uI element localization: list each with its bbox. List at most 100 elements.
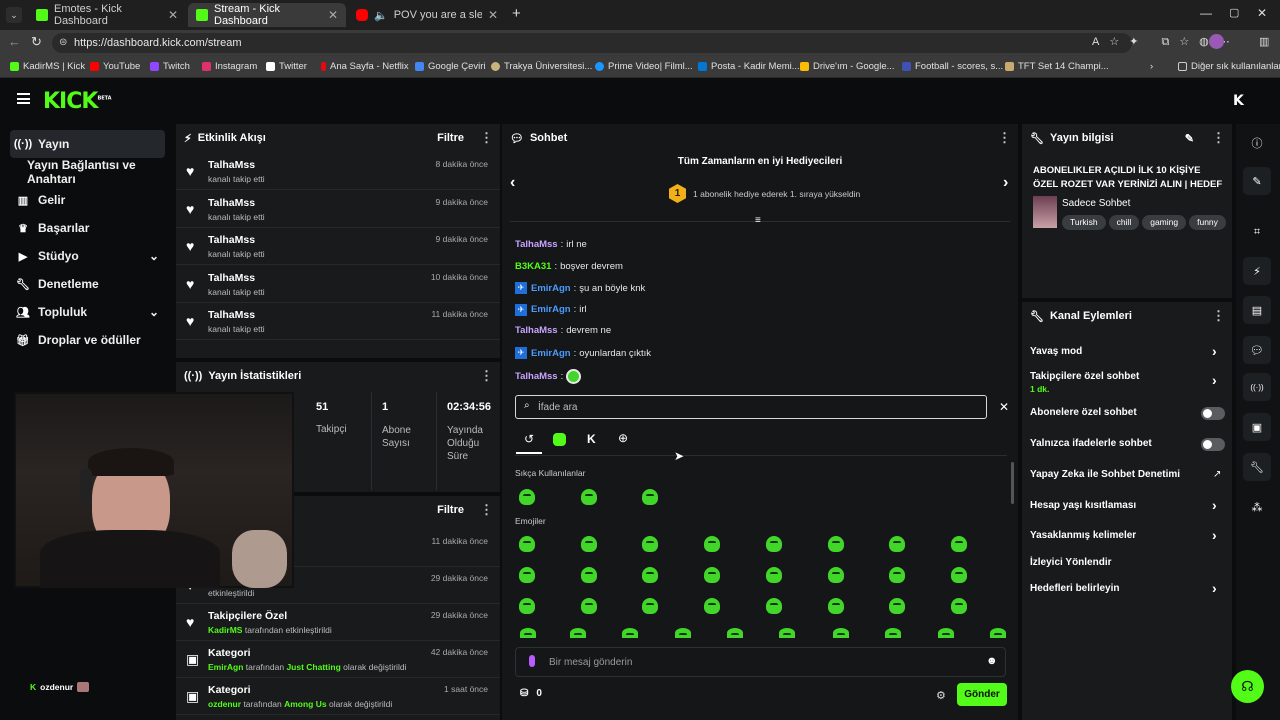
emote-icon[interactable] [704,567,720,583]
profile-avatar[interactable] [1209,34,1224,49]
close-icon[interactable]: ✕ [168,8,178,22]
emote-icon[interactable] [519,536,535,552]
emote-icon[interactable] [622,628,638,638]
emote-icon[interactable] [519,489,535,505]
emote-icon[interactable] [828,567,844,583]
window-close-icon[interactable]: ✕ [1257,6,1267,20]
emote-icon[interactable] [779,628,795,638]
settings-icon[interactable]: ⚙ [936,689,946,702]
new-tab-icon[interactable]: + [512,5,521,22]
reload-icon[interactable]: ↻ [31,34,42,50]
back-icon[interactable]: ← [8,34,21,49]
emote-icon[interactable] [885,628,901,638]
emote-icon[interactable] [581,567,597,583]
filter-button[interactable]: Filtre [437,504,464,516]
emote-icon[interactable] [519,567,535,583]
chat-username[interactable]: B3KA31 [515,261,551,272]
bookmark[interactable]: Trakya Üniversitesi... [491,61,592,72]
sidebar-item-gelir[interactable]: ▥ Gelir [10,186,165,214]
points-display[interactable]: ⛁ 0 [520,688,542,699]
emote-icon[interactable] [519,598,535,614]
tag[interactable]: Turkish [1062,215,1106,230]
activity-event[interactable]: ♥ Takipçilere Özel KadirMS tarafından etki… [176,604,500,641]
chat-username[interactable]: EmirAgn [531,304,571,315]
tab-stream[interactable]: Stream - Kick Dashboard ✕ [188,3,346,27]
emote-icon[interactable] [581,536,597,552]
emote-icon[interactable] [642,567,658,583]
broadcast-icon[interactable]: ((·)) [1243,373,1271,401]
sidebar-item-yayin[interactable]: ((·)) Yayın [10,130,165,158]
bookmark[interactable]: KadirMS | Kick [10,61,85,72]
emote-icon[interactable] [704,598,720,614]
toggle-switch[interactable] [1201,438,1225,451]
pencil-icon[interactable]: ✎ [1243,167,1271,195]
bookmark[interactable]: Ana Sayfa - Netflix [321,61,409,72]
chevron-right-icon[interactable]: › [1212,372,1217,388]
category-name[interactable]: Sadece Sohbet [1062,198,1130,209]
sidebar-item-topluluk[interactable]: 👥︎ Topluluk ⌄ [10,298,165,326]
sidebar-item-studyo[interactable]: ▶ Stüdyo ⌄ [10,242,165,270]
more-options-icon[interactable]: ⋮ [480,368,493,384]
emote-icon[interactable] [766,536,782,552]
other-bookmarks[interactable]: Diğer sık kullanılanlar [1178,61,1280,72]
activity-event[interactable]: ♥ TalhaMss kanalı takip etti 9 dakika önce [176,228,500,265]
close-picker-icon[interactable]: ✕ [999,400,1009,414]
channel-action-label[interactable]: Hesap yaşı kısıtlaması [1030,500,1136,511]
tag[interactable]: funny [1189,215,1226,230]
chevron-right-icon[interactable]: › [1212,527,1217,543]
emote-tab-channel[interactable] [553,433,566,446]
chat-username[interactable]: EmirAgn [531,283,571,294]
emote-icon[interactable] [951,598,967,614]
tag[interactable]: chill [1108,215,1140,230]
more-options-icon[interactable]: ⋮ [1212,130,1225,146]
emote-icon[interactable] [990,628,1006,638]
event-category[interactable]: Among Us [284,699,327,709]
nodes-icon[interactable]: ⁂ [1243,493,1271,521]
bookmark[interactable]: Twitch [150,61,190,72]
chat-username[interactable]: EmirAgn [531,348,571,359]
tab-youtube[interactable]: 🔈 POV you are a sleepless taxi d ✕ [348,3,506,27]
bookmark[interactable]: Posta - Kadir Memi... [698,61,800,72]
emote-icon[interactable] [889,567,905,583]
emote-icon[interactable] [520,628,536,638]
activity-event[interactable]: ▣ Kategori ozdenur tarafından Among Us ola… [176,678,500,715]
minimize-icon[interactable]: — [1200,6,1212,20]
event-user[interactable]: ozdenur [208,699,241,709]
kick-k-icon[interactable]: K [1233,93,1244,109]
bookmark[interactable]: Drive'ım - Google... [800,61,895,72]
channel-action-label[interactable]: Takipçilere özel sohbet [1030,371,1139,382]
bookmark[interactable]: Football - scores, s... [902,61,1003,72]
chat-input[interactable]: Bir mesaj gönderin ☻ [515,647,1006,677]
event-category[interactable]: Just Chatting [286,662,340,672]
tab-emotes[interactable]: Emotes - Kick Dashboard ✕ [28,3,186,27]
sidebar-item-droplar[interactable]: 🎁︎ Droplar ve ödüller [10,326,165,354]
close-icon[interactable]: ✕ [328,8,338,22]
bookmark[interactable]: YouTube [90,61,140,72]
activity-event[interactable]: ♥ TalhaMss kanalı takip etti 8 dakika önce [176,153,500,190]
emote-icon[interactable] [889,598,905,614]
event-user[interactable]: KadirMS [208,625,242,635]
maximize-icon[interactable]: ▢ [1229,6,1239,19]
support-headset-icon[interactable]: ☊ [1231,670,1264,703]
emote-scrollbar[interactable] [1011,462,1014,504]
bookmark[interactable]: Google Çeviri [415,61,486,72]
emote-icon[interactable] [951,567,967,583]
moderation-icon[interactable]: ▣ [1243,413,1271,441]
emote-icon[interactable] [889,536,905,552]
emote-icon[interactable] [828,598,844,614]
bookmark[interactable]: Twitter [266,61,307,72]
tab-list-icon[interactable]: ⌄ [6,7,22,23]
tag[interactable]: gaming [1142,215,1187,230]
channel-action-label[interactable]: Yalnızca ifadelerle sohbet [1030,438,1152,449]
emote-icon[interactable] [642,598,658,614]
event-user[interactable]: EmirAgn [208,662,243,672]
chevron-right-icon[interactable]: › [1003,174,1008,192]
emote-tab-global[interactable]: ⊕ [618,431,628,445]
emote-icon[interactable] [642,489,658,505]
wrench-icon[interactable]: 🔧︎ [1243,453,1271,481]
chevron-left-icon[interactable]: ‹ [510,174,515,192]
channel-action-label[interactable]: Hedefleri belirleyin [1030,583,1119,594]
bookmarks-more-icon[interactable]: › [1150,61,1153,72]
crop-icon[interactable]: ⌗ [1243,218,1271,246]
edit-icon[interactable]: ✎ [1185,132,1194,145]
